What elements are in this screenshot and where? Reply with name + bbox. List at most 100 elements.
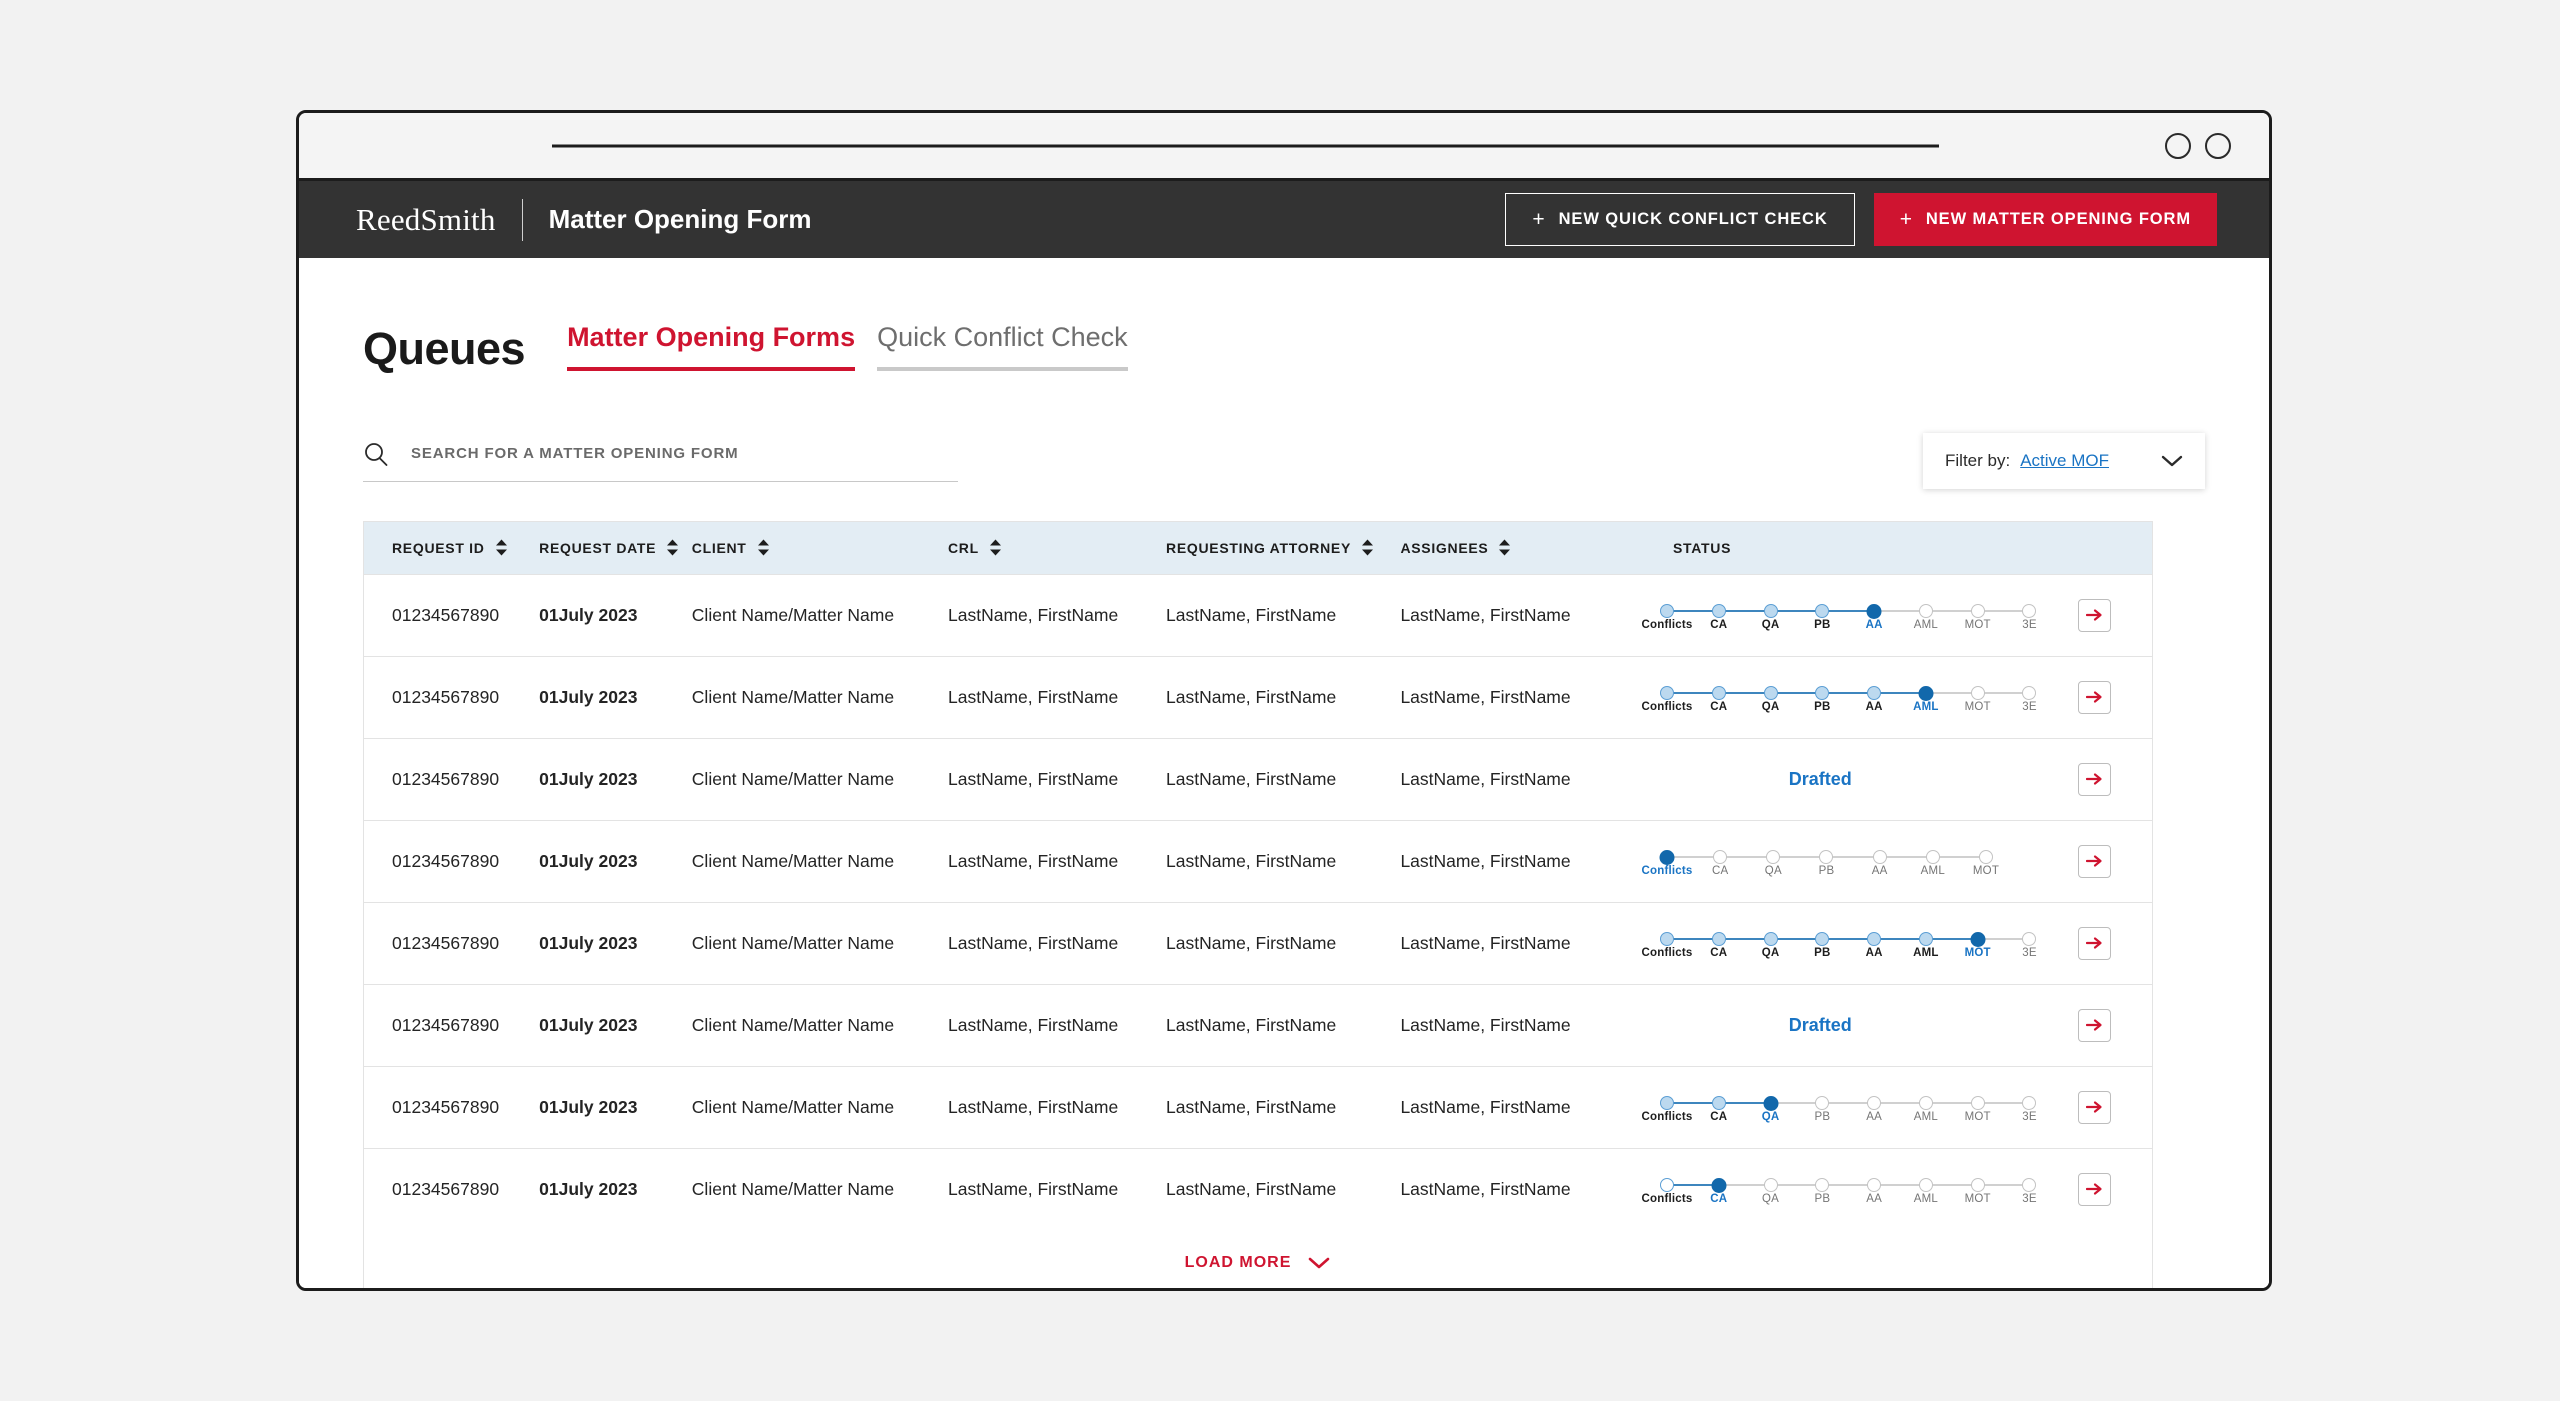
stepper-node-pb[interactable] [1815, 932, 1830, 946]
stepper-node-qa[interactable] [1763, 604, 1778, 618]
search-box[interactable] [363, 441, 958, 482]
tab-quick-conflict-check[interactable]: Quick Conflict Check [877, 322, 1128, 371]
table-row[interactable]: 01234567890 01July 2023 Client Name/Matter… [364, 901, 2152, 984]
stepper-node-aa[interactable] [1867, 932, 1882, 946]
stepper-node-qa[interactable] [1763, 1178, 1778, 1193]
browser-chrome-bar [299, 113, 2269, 181]
stepper-node-ca[interactable] [1711, 686, 1726, 700]
stepper-node-mot[interactable] [1970, 1178, 1985, 1193]
window-control-circle-1[interactable] [2165, 132, 2191, 159]
stepper-node-pb[interactable] [1815, 1096, 1830, 1110]
open-row-button[interactable] [2078, 926, 2112, 960]
column-header-request-id[interactable]: REQUEST ID [364, 522, 512, 574]
stepper-node-aa[interactable] [1872, 850, 1887, 864]
stepper-label-mot: MOT [1964, 947, 1991, 959]
new-quick-conflict-check-button[interactable]: + NEW QUICK CONFLICT CHECK [1505, 193, 1855, 246]
column-header-assignees[interactable]: ASSIGNEES [1372, 522, 1645, 574]
load-more-button[interactable]: LOAD MORE [1185, 1254, 1332, 1272]
stepper-node-conflicts[interactable] [1659, 932, 1674, 946]
stepper-node-pb[interactable] [1815, 604, 1830, 618]
tab-matter-opening-forms[interactable]: Matter Opening Forms [567, 322, 856, 371]
table-row[interactable]: 01234567890 01July 2023 Client Name/Matter… [364, 573, 2152, 656]
status-stepper: Conflicts CA QA PB AA AML MOT 3E [1641, 1085, 2036, 1129]
stepper-node-conflicts[interactable] [1659, 1178, 1674, 1193]
stepper-node-aml[interactable] [1918, 604, 1933, 618]
stepper-node-aa[interactable] [1866, 603, 1882, 619]
address-bar[interactable] [552, 144, 1939, 147]
stepper-node-pb[interactable] [1815, 1178, 1830, 1193]
open-row-button[interactable] [2078, 762, 2112, 796]
stepper-node-ca[interactable] [1713, 850, 1728, 864]
column-header-action [2037, 522, 2152, 574]
cell-action [2037, 983, 2152, 1066]
search-icon [365, 442, 388, 466]
stepper-node-pb[interactable] [1819, 850, 1834, 864]
stepper-node-aml[interactable] [1918, 1178, 1933, 1193]
open-row-button[interactable] [2078, 1008, 2112, 1042]
stepper-node-3e[interactable] [2022, 686, 2037, 700]
stepper-node-qa[interactable] [1763, 932, 1778, 946]
stepper-node-conflicts[interactable] [1659, 604, 1674, 618]
open-row-button[interactable] [2078, 844, 2112, 878]
stepper-node-3e[interactable] [2022, 604, 2037, 618]
stepper-labels: Conflicts CA QA PB AA AML MOT 3E [1641, 1111, 2036, 1129]
stepper-node-conflicts[interactable] [1659, 849, 1675, 865]
stepper-node-conflicts[interactable] [1659, 1096, 1674, 1110]
cell-crl: LastName, FirstName [920, 901, 1139, 984]
stepper-node-mot[interactable] [1970, 686, 1985, 700]
stepper-node-3e[interactable] [2022, 932, 2037, 946]
table-row[interactable]: 01234567890 01July 2023 Client Name/Matter… [364, 1147, 2152, 1230]
stepper-node-mot[interactable] [1970, 931, 1986, 947]
stepper-label-3e: 3E [2022, 619, 2037, 631]
stepper-label-aml: AML [1913, 947, 1939, 959]
column-header-crl[interactable]: CRL [920, 522, 1139, 574]
open-row-button[interactable] [2078, 1090, 2112, 1124]
stepper-node-3e[interactable] [2022, 1096, 2037, 1110]
cell-crl: LastName, FirstName [920, 1065, 1139, 1148]
column-header-client[interactable]: CLIENT [663, 522, 920, 574]
new-matter-opening-form-button[interactable]: + NEW MATTER OPENING FORM [1873, 193, 2217, 246]
table-row[interactable]: 01234567890 01July 2023 Client Name/Matter… [364, 819, 2152, 902]
table-row[interactable]: 01234567890 01July 2023 Client Name/Matter… [364, 983, 2152, 1066]
stepper-node-mot[interactable] [1970, 604, 1985, 618]
cell-action [2037, 737, 2152, 820]
stepper-label-pb: PB [1814, 1193, 1831, 1206]
stepper-node-aa[interactable] [1867, 1178, 1882, 1193]
filter-dropdown[interactable]: Filter by: Active MOF [1923, 433, 2205, 489]
stepper-node-pb[interactable] [1815, 686, 1830, 700]
stepper-node-ca[interactable] [1711, 932, 1726, 946]
column-header-inner: REQUEST ID [392, 539, 508, 556]
status-stepper: Conflicts CA QA PB AA AML MOT 3E [1641, 593, 2036, 637]
reedsmith-logo[interactable]: ReedSmith [356, 202, 496, 238]
cell-status: Conflicts CA QA PB AA AML MOT 3E [1641, 1065, 2038, 1148]
search-input[interactable] [411, 445, 958, 462]
stepper-node-3e[interactable] [2022, 1178, 2037, 1193]
stepper-node-ca[interactable] [1711, 1177, 1727, 1193]
stepper-node-mot[interactable] [1978, 850, 1993, 864]
stepper-node-aml[interactable] [1925, 850, 1940, 864]
cell-status: Drafted [1644, 737, 2038, 820]
table-row[interactable]: 01234567890 01July 2023 Client Name/Matter… [364, 1065, 2152, 1148]
stepper-node-qa[interactable] [1763, 1095, 1779, 1111]
open-row-button[interactable] [2078, 680, 2112, 714]
stepper-node-qa[interactable] [1766, 850, 1781, 864]
table-row[interactable]: 01234567890 01July 2023 Client Name/Matter… [364, 737, 2152, 820]
stepper-node-ca[interactable] [1711, 604, 1726, 618]
column-header-requesting-attorney[interactable]: REQUESTING ATTORNEY [1138, 522, 1373, 574]
table-row[interactable]: 01234567890 01July 2023 Client Name/Matter… [364, 655, 2152, 738]
column-header-request-date[interactable]: REQUEST DATE [511, 522, 679, 574]
open-row-button[interactable] [2078, 598, 2112, 632]
stepper-node-aa[interactable] [1867, 686, 1882, 700]
window-control-circle-2[interactable] [2205, 132, 2231, 159]
stepper-node-aa[interactable] [1867, 1096, 1882, 1110]
stepper-node-mot[interactable] [1970, 1096, 1985, 1110]
stepper-node-conflicts[interactable] [1659, 686, 1674, 700]
stepper-node-aml[interactable] [1918, 932, 1933, 946]
stepper-node-qa[interactable] [1763, 686, 1778, 700]
stepper-node-aml[interactable] [1918, 685, 1934, 701]
open-row-button[interactable] [2078, 1172, 2112, 1206]
stepper-node-ca[interactable] [1711, 1096, 1726, 1110]
stepper-node-aml[interactable] [1918, 1096, 1933, 1110]
status-stepper: Conflicts CA QA PB AA AML MOT 3E [1641, 1167, 2036, 1211]
filter-value[interactable]: Active MOF [2020, 451, 2109, 471]
